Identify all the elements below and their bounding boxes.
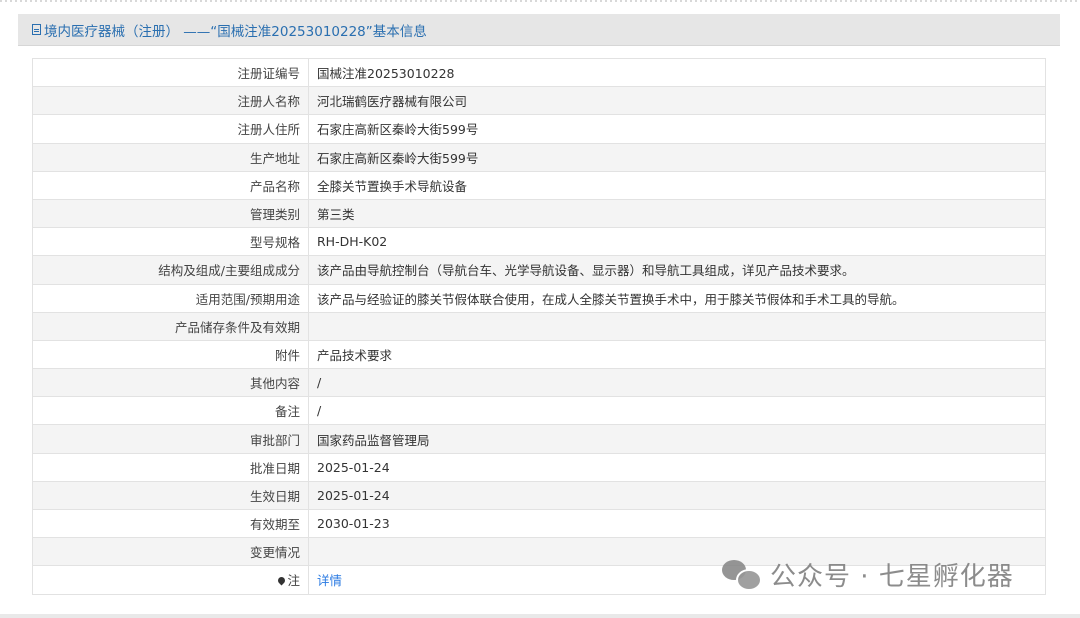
row-value: 产品技术要求 [308, 339, 1046, 370]
row-label: 其他内容 [32, 368, 309, 398]
row-value: RH-DH-K02 [308, 227, 1046, 257]
row-label: 生产地址 [32, 142, 309, 172]
row-value: 该产品由导航控制台（导航台车、光学导航设备、显示器）和导航工具组成，详见产品技术… [308, 255, 1046, 285]
table-row: 审批部门 国家药品监督管理局 [32, 424, 1046, 454]
table-row: 其他内容 / [32, 368, 1046, 398]
table-row: 产品储存条件及有效期 [32, 311, 1046, 341]
table-row: 管理类别 第三类 [32, 198, 1046, 229]
row-label: 批准日期 [32, 452, 309, 482]
row-label: 管理类别 [32, 198, 309, 229]
info-table-body: 注册证编号 国械注准20253010228 注册人名称 河北瑞鹤医疗器械有限公司 注册人… [32, 57, 1046, 595]
row-label: 变更情况 [32, 537, 309, 567]
table-row: 生产地址 石家庄高新区秦岭大街599号 [32, 142, 1046, 172]
watermark: 公众号 · 七星孵化器 [722, 556, 1014, 593]
row-label: 产品名称 [32, 170, 309, 200]
table-row: 注册人住所 石家庄高新区秦岭大街599号 [32, 114, 1046, 144]
row-label: 产品储存条件及有效期 [32, 311, 309, 341]
info-panel: 境内医疗器械（注册） ——“国械注准20253010228”基本信息 注册证编号… [18, 14, 1060, 614]
row-label: 结构及组成/主要组成成分 [32, 255, 309, 285]
panel-header: 境内医疗器械（注册） ——“国械注准20253010228”基本信息 [18, 14, 1060, 46]
row-label: 型号规格 [32, 227, 309, 257]
row-label: 注册人名称 [32, 86, 309, 116]
row-value: 该产品与经验证的膝关节假体联合使用，在成人全膝关节置换手术中，用于膝关节假体和手… [308, 283, 1046, 313]
row-value: 石家庄高新区秦岭大街599号 [308, 142, 1046, 172]
watermark-text: 公众号 · 七星孵化器 [770, 562, 1014, 592]
row-label: 注册证编号 [32, 57, 309, 88]
row-label: 有效期至 [32, 508, 309, 539]
note-label: 注 [287, 573, 300, 589]
table-row: 产品名称 全膝关节置换手术导航设备 [32, 170, 1046, 200]
table-row: 结构及组成/主要组成成分 该产品由导航控制台（导航台车、光学导航设备、显示器）和导… [32, 255, 1046, 285]
bottom-divider [0, 614, 1080, 618]
row-label: 注册人住所 [32, 114, 309, 144]
row-value: / [308, 368, 1046, 398]
row-label: 适用范围/预期用途 [32, 283, 309, 313]
table-row: 生效日期 2025-01-24 [32, 480, 1046, 511]
row-value: 第三类 [308, 198, 1046, 229]
info-table: 注册证编号 国械注准20253010228 注册人名称 河北瑞鹤医疗器械有限公司 注册人… [32, 57, 1046, 595]
table-row: 型号规格 RH-DH-K02 [32, 227, 1046, 257]
wechat-icon [722, 559, 762, 591]
table-row: 批准日期 2025-01-24 [32, 452, 1046, 482]
row-value: 河北瑞鹤医疗器械有限公司 [308, 86, 1046, 116]
row-value: 全膝关节置换手术导航设备 [308, 170, 1046, 200]
row-value [308, 311, 1046, 341]
table-row: 适用范围/预期用途 该产品与经验证的膝关节假体联合使用，在成人全膝关节置换手术中，… [32, 283, 1046, 313]
note-pin-icon [277, 576, 287, 586]
row-value: 国械注准20253010228 [308, 57, 1046, 88]
table-row: 备注 / [32, 396, 1046, 426]
row-value: 石家庄高新区秦岭大街599号 [308, 114, 1046, 144]
table-row: 有效期至 2030-01-23 [32, 508, 1046, 539]
row-value: 2025-01-24 [308, 452, 1046, 482]
table-row: 注册证编号 国械注准20253010228 [32, 57, 1046, 88]
document-icon [32, 24, 41, 35]
row-label: 备注 [32, 396, 309, 426]
row-value: 2025-01-24 [308, 480, 1046, 511]
row-label: 附件 [32, 339, 309, 370]
note-label-cell: 注 [32, 565, 309, 595]
details-link[interactable]: 详情 [317, 573, 342, 588]
table-row: 附件 产品技术要求 [32, 339, 1046, 370]
table-row: 注册人名称 河北瑞鹤医疗器械有限公司 [32, 86, 1046, 116]
row-value: / [308, 396, 1046, 426]
panel-title: 境内医疗器械（注册） ——“国械注准20253010228”基本信息 [44, 23, 427, 40]
top-dotted-border [0, 0, 1080, 2]
row-value: 国家药品监督管理局 [308, 424, 1046, 454]
row-label: 审批部门 [32, 424, 309, 454]
row-label: 生效日期 [32, 480, 309, 511]
row-value: 2030-01-23 [308, 508, 1046, 539]
